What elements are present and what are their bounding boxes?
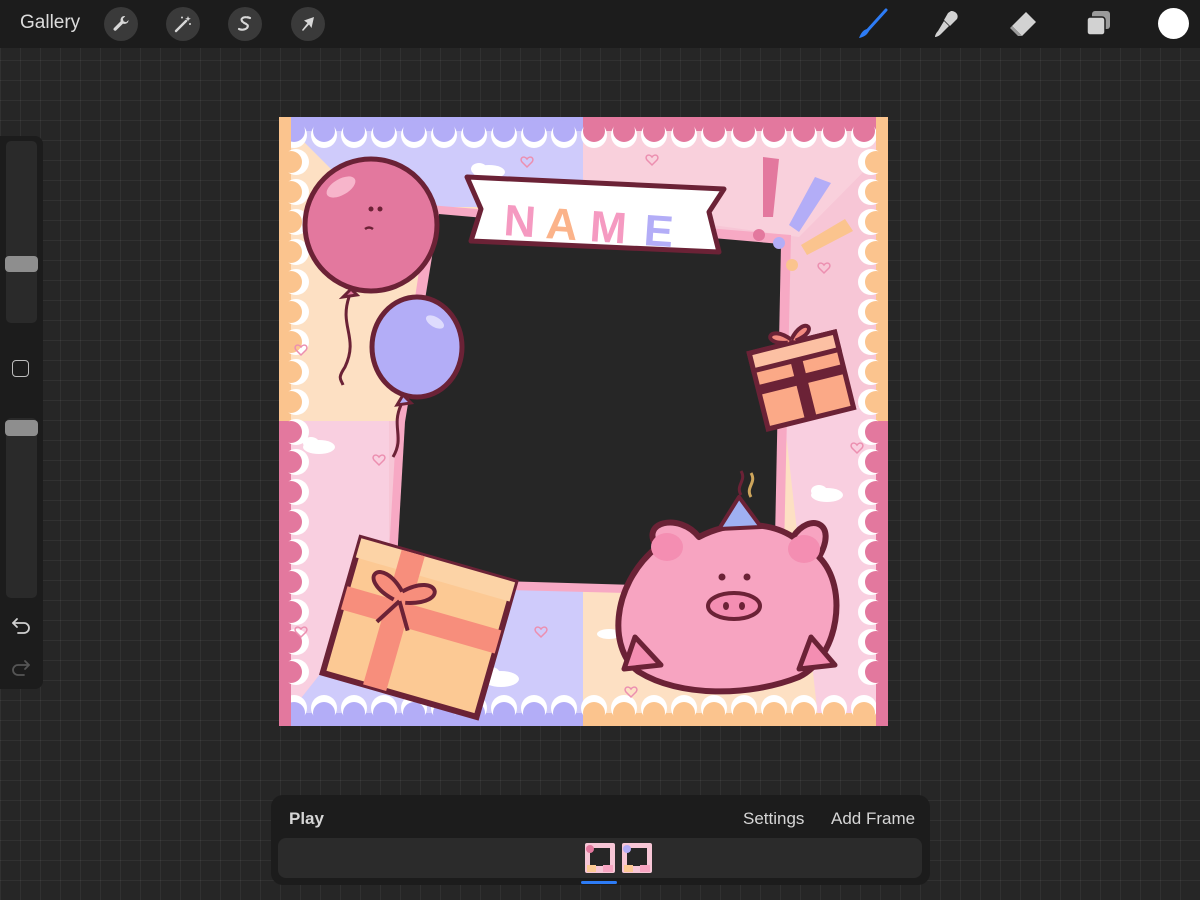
actions-button[interactable] xyxy=(104,7,138,41)
brush-size-slider[interactable] xyxy=(6,141,37,323)
redo-arrow-icon[interactable] xyxy=(10,656,32,678)
selected-frame-indicator xyxy=(581,881,617,884)
color-picker-button[interactable] xyxy=(1158,8,1189,39)
undo-arrow-icon[interactable] xyxy=(10,614,32,636)
selection-s-icon xyxy=(237,16,252,31)
banner-letter-n: N xyxy=(502,196,537,247)
brush-tool[interactable] xyxy=(855,6,889,42)
frame-thumbnail[interactable] xyxy=(622,843,652,873)
add-frame-button[interactable]: Add Frame xyxy=(831,809,915,829)
transform-arrow-icon xyxy=(302,17,314,31)
opacity-slider[interactable] xyxy=(6,418,37,598)
animation-assist-panel: Play Settings Add Frame xyxy=(271,795,930,885)
play-button[interactable]: Play xyxy=(289,809,324,829)
selection-button[interactable] xyxy=(228,7,262,41)
eraser-icon xyxy=(1010,12,1036,36)
opacity-thumb[interactable] xyxy=(5,420,38,436)
frame-thumbnail[interactable] xyxy=(585,843,615,873)
smudge-icon xyxy=(935,11,958,37)
banner-letter-m: M xyxy=(588,202,628,253)
adjustments-button[interactable] xyxy=(166,7,200,41)
frame-timeline xyxy=(278,838,922,878)
banner-letter-a: A xyxy=(544,199,579,250)
eraser-tool[interactable] xyxy=(1006,6,1040,42)
top-toolbar: Gallery xyxy=(0,0,1200,48)
smudge-tool[interactable] xyxy=(929,6,963,42)
banner-letter-e: E xyxy=(642,206,675,257)
brush-size-thumb[interactable] xyxy=(5,256,38,272)
wrench-icon xyxy=(113,16,129,31)
drawing-canvas[interactable]: N A M E xyxy=(279,117,888,726)
settings-button[interactable]: Settings xyxy=(743,809,804,829)
modify-button[interactable] xyxy=(12,360,29,377)
brush-icon xyxy=(859,8,888,38)
left-sidebar xyxy=(0,136,43,689)
layers-icon xyxy=(1086,11,1110,36)
gallery-button[interactable]: Gallery xyxy=(20,12,80,34)
layers-tool[interactable] xyxy=(1082,6,1116,42)
transform-button[interactable] xyxy=(291,7,325,41)
magic-wand-icon xyxy=(174,16,191,33)
